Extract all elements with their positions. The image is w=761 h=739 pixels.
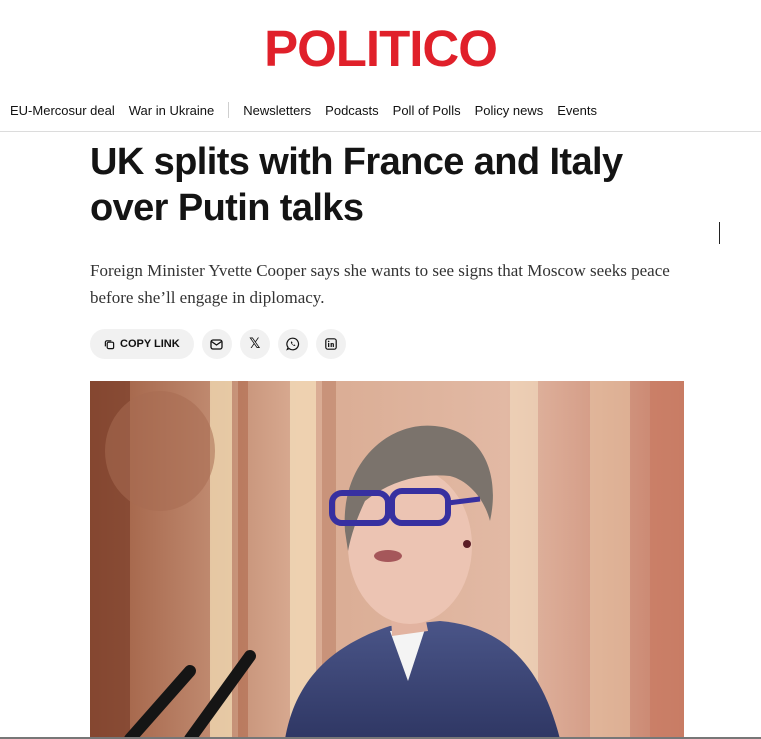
x-icon: 𝕏 bbox=[249, 336, 261, 352]
share-bar: COPY LINK 𝕏 bbox=[90, 329, 354, 359]
nav-item-eu-mercosur[interactable]: EU-Mercosur deal bbox=[0, 103, 115, 118]
top-nav: EU-Mercosur deal War in Ukraine Newslett… bbox=[0, 94, 761, 126]
nav-item-poll-of-polls[interactable]: Poll of Polls bbox=[383, 103, 461, 118]
politico-logo[interactable]: POLITICO bbox=[264, 20, 498, 78]
text-cursor bbox=[719, 222, 720, 244]
nav-item-war-in-ukraine[interactable]: War in Ukraine bbox=[119, 103, 214, 118]
share-linkedin-button[interactable] bbox=[315, 329, 346, 359]
linkedin-icon bbox=[324, 338, 337, 350]
nav-rule bbox=[0, 131, 761, 132]
share-email-button[interactable] bbox=[201, 329, 232, 359]
copy-link-button[interactable]: COPY LINK bbox=[90, 329, 194, 359]
nav-item-newsletters[interactable]: Newsletters bbox=[233, 103, 311, 118]
share-whatsapp-button[interactable] bbox=[277, 329, 308, 359]
copy-link-label: COPY LINK bbox=[120, 338, 180, 350]
whatsapp-icon bbox=[285, 337, 300, 351]
share-x-button[interactable]: 𝕏 bbox=[239, 329, 270, 359]
hero-photo bbox=[90, 381, 684, 739]
nav-item-events[interactable]: Events bbox=[547, 103, 597, 118]
mail-icon bbox=[210, 338, 223, 350]
article-dek: Foreign Minister Yvette Cooper says she … bbox=[90, 261, 670, 307]
page: POLITICO EU-Mercosur deal War in Ukraine… bbox=[0, 0, 761, 739]
header: POLITICO bbox=[0, 20, 761, 78]
nav-divider bbox=[228, 102, 230, 118]
copy-icon bbox=[104, 339, 115, 350]
nav-item-podcasts[interactable]: Podcasts bbox=[315, 103, 378, 118]
nav-item-policy-news[interactable]: Policy news bbox=[465, 103, 544, 118]
hero-illustration bbox=[90, 381, 684, 739]
article-headline: UK splits with France and Italy over Put… bbox=[90, 141, 623, 229]
